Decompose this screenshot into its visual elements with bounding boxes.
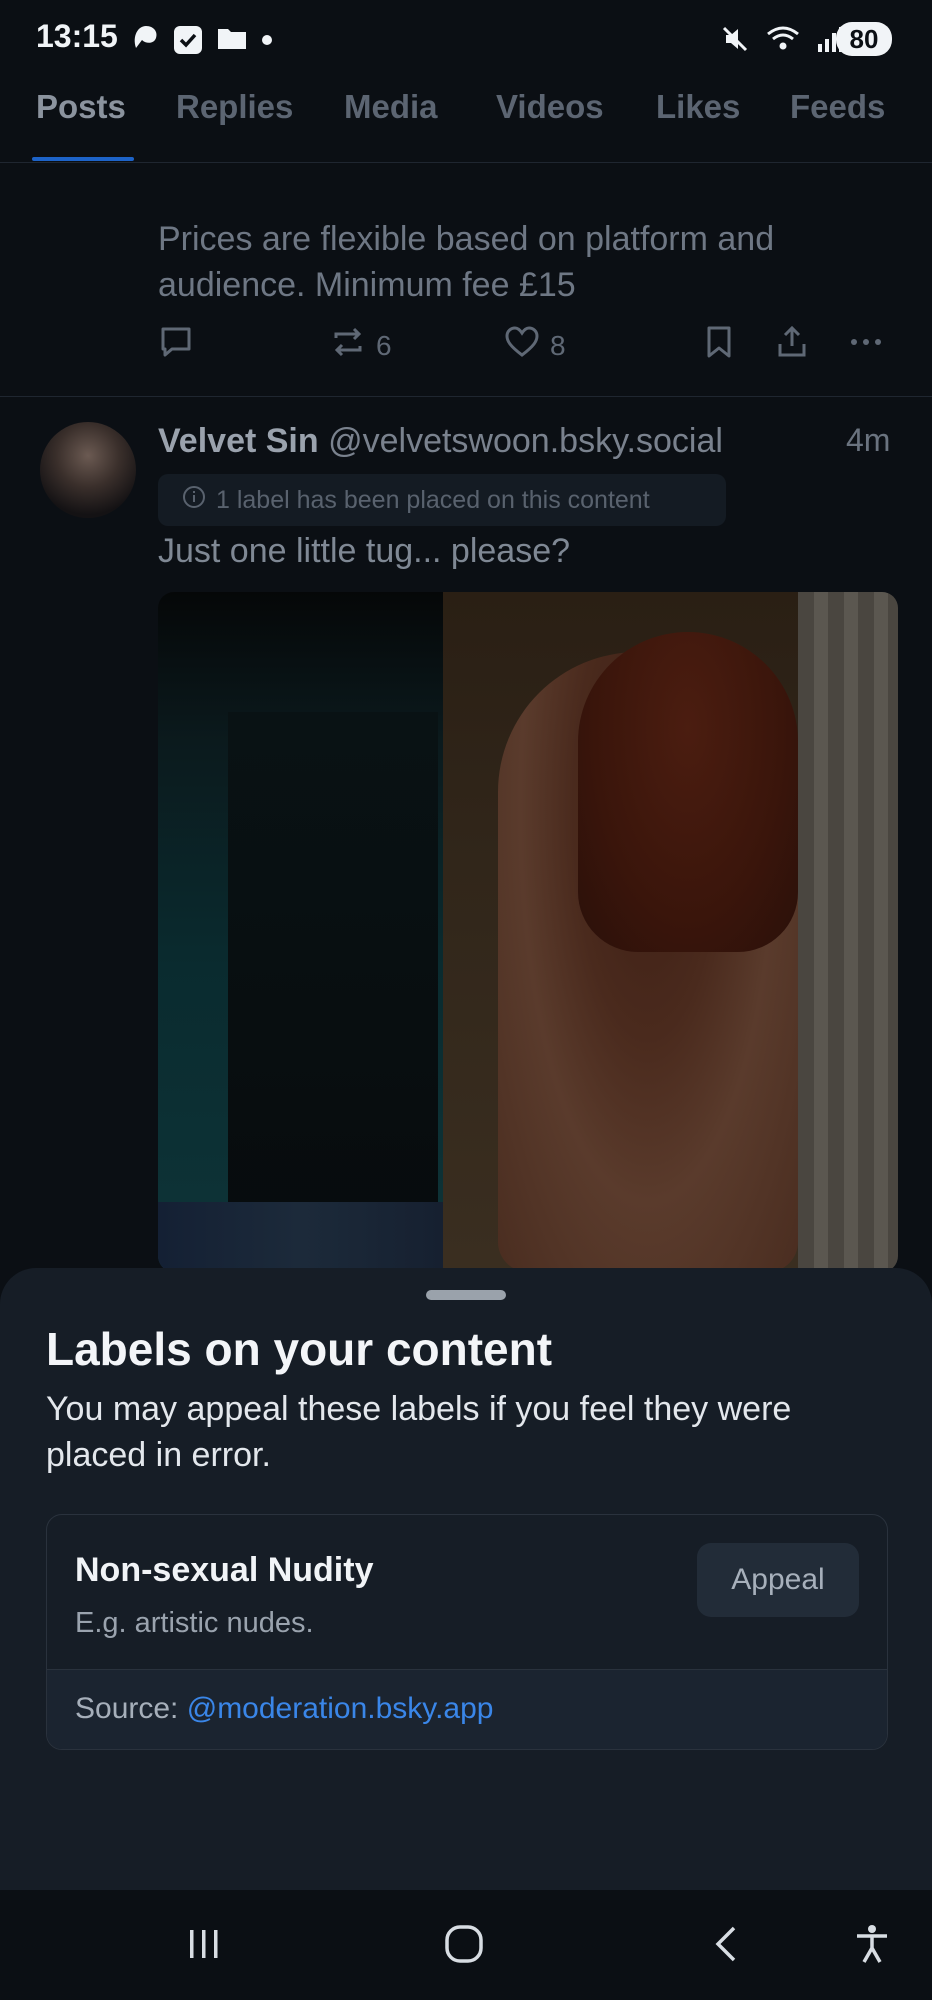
tab-videos[interactable]: Videos (496, 88, 604, 126)
info-icon (182, 485, 206, 516)
content-label-notice[interactable]: 1 label has been placed on this content (158, 474, 726, 526)
like-button[interactable]: 8 (504, 324, 566, 367)
label-card: Non-sexual Nudity E.g. artistic nudes. A… (46, 1514, 888, 1750)
reply-icon (158, 324, 194, 367)
author-display-name[interactable]: Velvet Sin (158, 422, 319, 460)
more-icon (846, 324, 886, 367)
mute-icon (720, 24, 750, 59)
label-description: E.g. artistic nudes. (75, 1607, 314, 1639)
label-notice-text: 1 label has been placed on this content (216, 485, 650, 514)
avatar[interactable] (40, 422, 136, 518)
tab-replies[interactable]: Replies (176, 88, 293, 126)
label-source: Source: @moderation.bsky.app (47, 1669, 887, 1749)
status-time: 13:15 (36, 18, 118, 54)
share-button[interactable] (774, 324, 810, 367)
battery-indicator: 80 (836, 22, 892, 56)
sheet-drag-handle[interactable] (426, 1290, 506, 1300)
active-tab-indicator (32, 157, 134, 161)
checkbox-icon (174, 25, 202, 54)
home-button[interactable] (444, 1924, 484, 1969)
post-timestamp[interactable]: 4m (846, 422, 890, 459)
profile-tabs: Posts Replies Media Videos Likes Feeds (0, 80, 932, 163)
label-card-header: Non-sexual Nudity E.g. artistic nudes. A… (47, 1515, 887, 1669)
tab-likes[interactable]: Likes (656, 88, 740, 126)
like-count: 8 (550, 329, 566, 361)
repost-icon (330, 324, 366, 367)
post-actions: 6 8 (158, 324, 898, 368)
tab-feeds[interactable]: Feeds (790, 88, 885, 126)
dot-icon (262, 34, 272, 45)
recent-apps-button[interactable] (184, 1924, 224, 1969)
bookmark-button[interactable] (702, 324, 736, 367)
tab-media[interactable]: Media (344, 88, 438, 126)
back-button[interactable] (708, 1924, 748, 1969)
post-text: Prices are flexible based on platform an… (158, 220, 775, 304)
wifi-icon (766, 24, 800, 59)
bookmark-icon (702, 324, 736, 367)
recent-apps-icon (184, 1930, 224, 1968)
home-icon (444, 1925, 484, 1968)
heart-icon (504, 324, 540, 367)
accessibility-icon (852, 1925, 892, 1968)
source-link[interactable]: @moderation.bsky.app (187, 1692, 494, 1725)
reply-button[interactable] (158, 324, 194, 367)
label-name: Non-sexual Nudity (75, 1551, 374, 1589)
status-left-icons (130, 22, 272, 57)
post-text: Just one little tug... please? (158, 532, 571, 570)
system-navigation-bar (0, 1890, 932, 2000)
share-icon (774, 324, 810, 367)
tab-posts[interactable]: Posts (36, 88, 126, 126)
author-handle[interactable]: @velvetswoon.bsky.social (328, 422, 723, 460)
folder-icon (216, 23, 248, 56)
status-right-icons (720, 24, 846, 59)
repost-count: 6 (376, 329, 392, 361)
label-source-text: Source: @moderation.bsky.app (75, 1692, 493, 1726)
post-divider (0, 396, 932, 397)
post-author[interactable]: Velvet Sin @velvetswoon.bsky.social (158, 422, 723, 461)
source-prefix: Source: (75, 1692, 187, 1725)
repost-button[interactable]: 6 (330, 324, 392, 367)
appeal-button[interactable]: Appeal (697, 1543, 859, 1617)
status-bar: 13:15 80 (0, 0, 932, 80)
more-options-button[interactable] (846, 324, 886, 367)
accessibility-button[interactable] (852, 1924, 892, 1969)
app-icon (130, 22, 160, 57)
post-image[interactable] (158, 592, 898, 1272)
sheet-description: You may appeal these labels if you feel … (46, 1390, 792, 1474)
back-icon (708, 1926, 748, 1968)
sheet-title: Labels on your content (46, 1323, 553, 1375)
